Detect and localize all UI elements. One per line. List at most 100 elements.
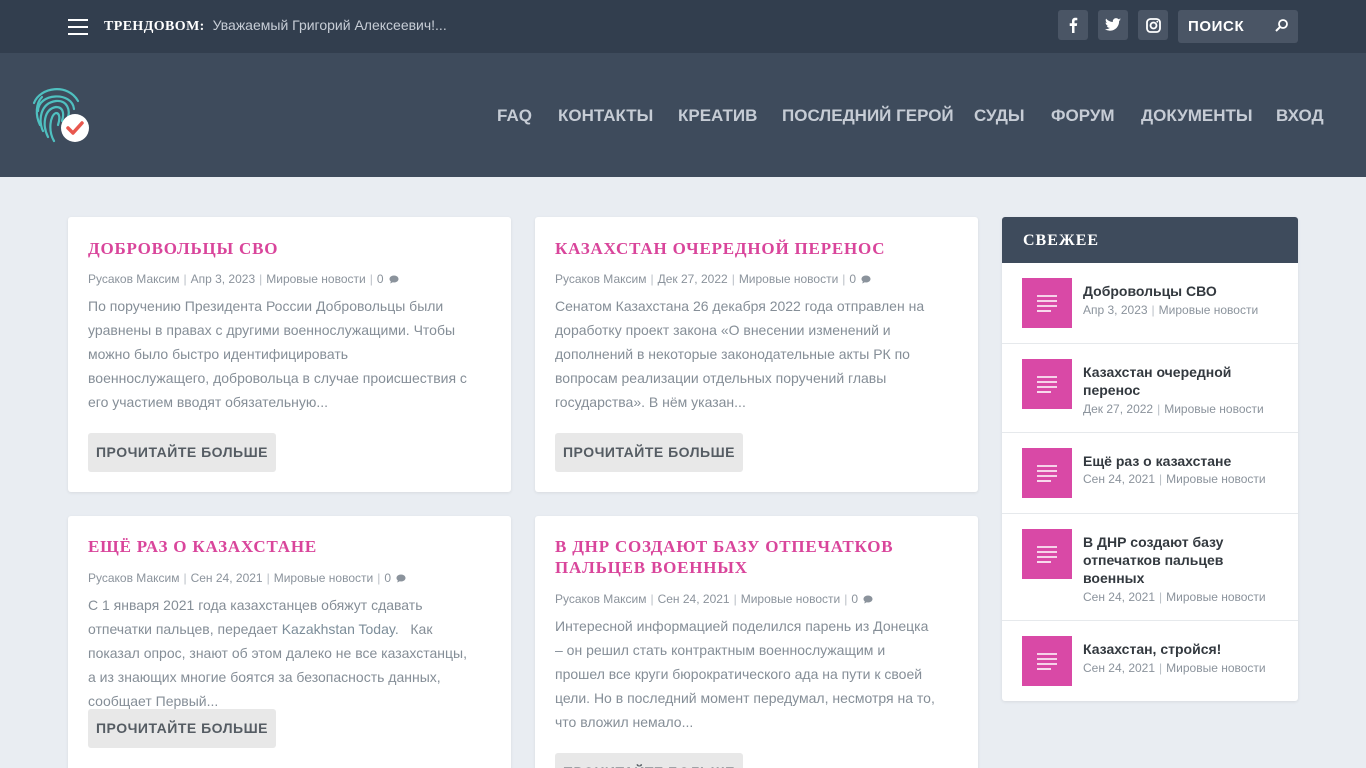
post-meta: Русаков Максим | Апр 3, 2023 | Мировые новос… bbox=[88, 272, 399, 286]
post-card: ДОБРОВОЛЬЦЫ СВО Русаков Максим | Апр 3, 20… bbox=[68, 217, 511, 492]
recent-posts-widget: СВЕЖЕЕ Добровольцы СВО Апр 3, 2023 | Миров… bbox=[1002, 217, 1298, 701]
widget-title: СВЕЖЕЕ bbox=[1023, 232, 1100, 249]
search-input[interactable]: ПОИСК bbox=[1178, 10, 1298, 43]
recent-post-date: Дек 27, 2022 bbox=[1083, 402, 1154, 416]
post-meta: Русаков Максим | Дек 27, 2022 | Мировые ново… bbox=[555, 272, 871, 286]
recent-post-title[interactable]: В ДНР создают базу отпечатков пальцев во… bbox=[1083, 533, 1243, 587]
top-bar: ТРЕНДОВОМ: Уважаемый Григорий Алексеевич… bbox=[0, 0, 1366, 53]
main-header: FAQ КОНТАКТЫ КРЕАТИВ ПОСЛЕДНИЙ ГЕРОЙ СУД… bbox=[0, 53, 1366, 177]
post-thumbnail[interactable] bbox=[1022, 448, 1072, 498]
post-category[interactable]: Мировые новости bbox=[739, 272, 838, 286]
recent-post-meta: Сен 24, 2021 | Мировые новости bbox=[1083, 661, 1266, 675]
document-icon bbox=[1037, 546, 1057, 563]
post-thumbnail[interactable] bbox=[1022, 636, 1072, 686]
post-title[interactable]: КАЗАХСТАН ОЧЕРЕДНОЙ ПЕРЕНОС bbox=[555, 238, 885, 259]
post-excerpt: Сенатом Казахстана 26 декабря 2022 года … bbox=[555, 298, 925, 410]
recent-post-category[interactable]: Мировые новости bbox=[1164, 402, 1263, 416]
nav-forum[interactable]: ФОРУМ bbox=[1051, 106, 1115, 126]
recent-post-title[interactable]: Казахстан, стройся! bbox=[1083, 640, 1278, 658]
read-more-button[interactable]: ПРОЧИТАЙТЕ БОЛЬШЕ bbox=[555, 433, 743, 472]
site-logo[interactable] bbox=[28, 81, 94, 147]
post-category[interactable]: Мировые новости bbox=[741, 592, 840, 606]
recent-post-category[interactable]: Мировые новости bbox=[1166, 472, 1265, 486]
comment-icon bbox=[396, 574, 406, 583]
widget-header: СВЕЖЕЕ bbox=[1002, 217, 1298, 263]
post-excerpt: С 1 января 2021 года казахстанцев обяжут… bbox=[88, 593, 468, 713]
recent-post-title[interactable]: Добровольцы СВО bbox=[1083, 282, 1278, 300]
post-category[interactable]: Мировые новости bbox=[274, 571, 373, 585]
post-thumbnail[interactable] bbox=[1022, 359, 1072, 409]
recent-post-category[interactable]: Мировые новости bbox=[1166, 661, 1265, 675]
recent-post-date: Сен 24, 2021 bbox=[1083, 590, 1156, 604]
nav-last-hero[interactable]: ПОСЛЕДНИЙ ГЕРОЙ bbox=[782, 106, 954, 126]
nav-courts[interactable]: СУДЫ bbox=[974, 106, 1025, 126]
nav-documents[interactable]: ДОКУМЕНТЫ bbox=[1141, 106, 1253, 126]
post-excerpt: Интересной информацией поделился парень … bbox=[555, 618, 935, 730]
recent-post-title[interactable]: Ещё раз о казахстане bbox=[1083, 452, 1278, 470]
post-date: Апр 3, 2023 bbox=[190, 272, 256, 286]
read-more-button[interactable]: ПРОЧИТАЙТЕ БОЛЬШЕ bbox=[88, 709, 276, 748]
menu-icon[interactable] bbox=[68, 19, 88, 35]
post-thumbnail[interactable] bbox=[1022, 278, 1072, 328]
recent-post-item[interactable]: Казахстан, стройся! Сен 24, 2021 | Мировые… bbox=[1002, 621, 1298, 701]
recent-post-meta: Сен 24, 2021 | Мировые новости bbox=[1083, 472, 1266, 486]
nav-creative[interactable]: КРЕАТИВ bbox=[678, 106, 757, 126]
document-icon bbox=[1037, 295, 1057, 312]
recent-post-date: Сен 24, 2021 bbox=[1083, 472, 1156, 486]
post-date: Сен 24, 2021 bbox=[190, 571, 263, 585]
post-date: Сен 24, 2021 bbox=[657, 592, 730, 606]
post-excerpt: По поручению Президента России Доброволь… bbox=[88, 298, 467, 410]
read-more-button[interactable]: ПРОЧИТАЙТЕ БОЛЬШЕ bbox=[555, 753, 743, 768]
trending-ticker[interactable]: ТРЕНДОВОМ: Уважаемый Григорий Алексеевич… bbox=[104, 17, 447, 35]
document-icon bbox=[1037, 376, 1057, 393]
facebook-icon[interactable] bbox=[1058, 10, 1088, 40]
recent-post-date: Апр 3, 2023 bbox=[1083, 303, 1148, 317]
post-card: ЕЩЁ РАЗ О КАЗАХСТАНЕ Русаков Максим | Сен … bbox=[68, 516, 511, 768]
post-thumbnail[interactable] bbox=[1022, 529, 1072, 579]
post-comments-count[interactable]: 0 bbox=[384, 571, 391, 585]
recent-post-item[interactable]: В ДНР создают базу отпечатков пальцев во… bbox=[1002, 514, 1298, 621]
post-author[interactable]: Русаков Максим bbox=[555, 592, 646, 606]
recent-post-item[interactable]: Добровольцы СВО Апр 3, 2023 | Мировые ново… bbox=[1002, 263, 1298, 344]
nav-contacts[interactable]: КОНТАКТЫ bbox=[558, 106, 653, 126]
read-more-button[interactable]: ПРОЧИТАЙТЕ БОЛЬШЕ bbox=[88, 433, 276, 472]
post-meta: Русаков Максим | Сен 24, 2021 | Мировые ново… bbox=[88, 571, 406, 585]
recent-post-meta: Сен 24, 2021 | Мировые новости bbox=[1083, 590, 1266, 604]
post-card: В ДНР СОЗДАЮТ БАЗУ ОТПЕЧАТКОВ ПАЛЬЦЕВ ВО… bbox=[535, 516, 978, 768]
instagram-icon[interactable] bbox=[1138, 10, 1168, 40]
excerpt-link[interactable]: Kazakhstan Today. bbox=[282, 621, 399, 637]
recent-post-meta: Апр 3, 2023 | Мировые новости bbox=[1083, 303, 1259, 317]
post-comments-count[interactable]: 0 bbox=[849, 272, 856, 286]
recent-post-item[interactable]: Казахстан очередной перенос Дек 27, 2022… bbox=[1002, 344, 1298, 433]
post-title[interactable]: В ДНР СОЗДАЮТ БАЗУ ОТПЕЧАТКОВ ПАЛЬЦЕВ ВО… bbox=[555, 536, 965, 578]
post-author[interactable]: Русаков Максим bbox=[88, 571, 179, 585]
trending-label: ТРЕНДОВОМ: bbox=[104, 19, 205, 34]
trending-headline[interactable]: Уважаемый Григорий Алексеевич!... bbox=[213, 17, 447, 33]
post-comments-count[interactable]: 0 bbox=[851, 592, 858, 606]
post-date: Дек 27, 2022 bbox=[657, 272, 728, 286]
post-meta: Русаков Максим | Сен 24, 2021 | Мировые ново… bbox=[555, 592, 873, 606]
post-category[interactable]: Мировые новости bbox=[266, 272, 365, 286]
post-card: КАЗАХСТАН ОЧЕРЕДНОЙ ПЕРЕНОС Русаков Макс… bbox=[535, 217, 978, 492]
nav-faq[interactable]: FAQ bbox=[497, 106, 532, 126]
comment-icon bbox=[389, 275, 399, 284]
post-title[interactable]: ДОБРОВОЛЬЦЫ СВО bbox=[88, 238, 278, 259]
nav-login[interactable]: ВХОД bbox=[1276, 106, 1324, 126]
recent-post-category[interactable]: Мировые новости bbox=[1166, 590, 1265, 604]
recent-post-item[interactable]: Ещё раз о казахстане Сен 24, 2021 | Мировы… bbox=[1002, 433, 1298, 514]
document-icon bbox=[1037, 465, 1057, 482]
recent-post-meta: Дек 27, 2022 | Мировые новости bbox=[1083, 402, 1264, 416]
document-icon bbox=[1037, 653, 1057, 670]
fingerprint-logo-icon bbox=[32, 88, 89, 143]
post-comments-count[interactable]: 0 bbox=[377, 272, 384, 286]
twitter-icon[interactable] bbox=[1098, 10, 1128, 40]
comment-icon bbox=[861, 275, 871, 284]
comment-icon bbox=[863, 595, 873, 604]
recent-post-date: Сен 24, 2021 bbox=[1083, 661, 1156, 675]
search-icon[interactable] bbox=[1274, 18, 1289, 38]
post-title[interactable]: ЕЩЁ РАЗ О КАЗАХСТАНЕ bbox=[88, 536, 317, 557]
recent-post-category[interactable]: Мировые новости bbox=[1159, 303, 1258, 317]
recent-post-title[interactable]: Казахстан очередной перенос bbox=[1083, 363, 1243, 399]
post-author[interactable]: Русаков Максим bbox=[555, 272, 646, 286]
post-author[interactable]: Русаков Максим bbox=[88, 272, 179, 286]
